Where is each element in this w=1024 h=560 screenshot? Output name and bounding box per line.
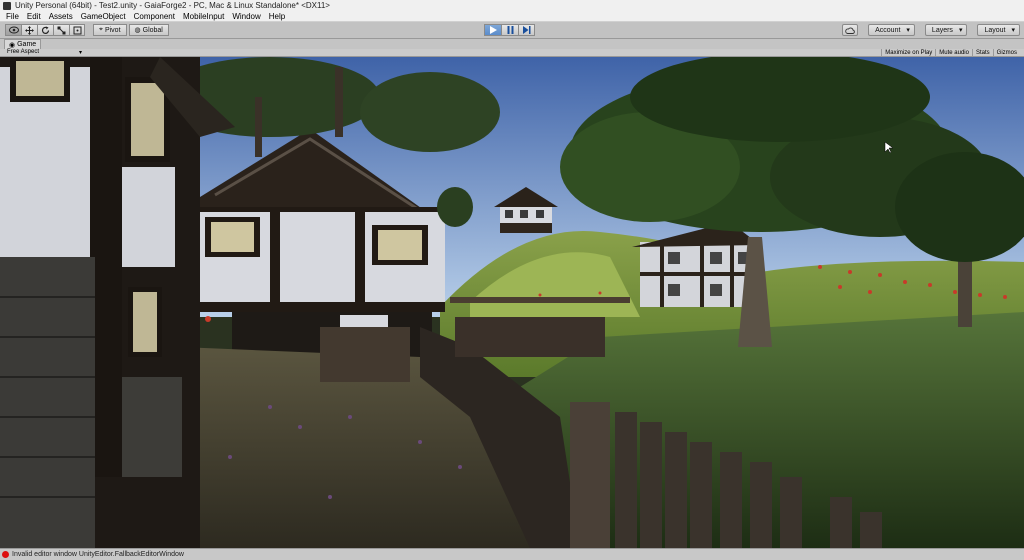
chevron-down-icon: ▾	[79, 50, 83, 56]
step-icon	[522, 26, 530, 34]
menu-window[interactable]: Window	[228, 12, 264, 21]
rotate-tool-icon[interactable]	[37, 24, 53, 36]
pivot-icon: ⌖	[99, 26, 103, 33]
menu-edit[interactable]: Edit	[23, 12, 45, 21]
hand-tool-icon[interactable]	[5, 24, 21, 36]
chevron-down-icon: ▾	[906, 27, 910, 34]
unity-logo-icon	[3, 1, 11, 10]
window-titlebar: Unity Personal (64bit) - Test2.unity - G…	[0, 0, 1024, 11]
maximize-on-play-toggle[interactable]: Maximize on Play	[881, 49, 935, 57]
transform-tools	[5, 24, 85, 36]
pause-button[interactable]	[501, 24, 518, 36]
game-view-toggles: Maximize on Play Mute audio Stats Gizmos	[881, 49, 1020, 57]
village-scene-render	[0, 57, 1024, 548]
error-icon	[2, 551, 9, 558]
game-viewport[interactable]	[0, 57, 1024, 548]
account-dropdown[interactable]: Account ▾	[868, 24, 915, 36]
menu-file[interactable]: File	[2, 12, 23, 21]
menu-mobileinput[interactable]: MobileInput	[179, 12, 228, 21]
status-message: Invalid editor window UnityEditor.Fallba…	[12, 551, 184, 558]
global-label: Global	[142, 26, 163, 34]
chevron-down-icon: ▾	[958, 27, 963, 34]
rect-tool-icon[interactable]	[69, 24, 85, 36]
mute-audio-toggle[interactable]: Mute audio	[935, 49, 972, 57]
right-toolbar: Account ▾ Layers ▾ Layout ▾	[842, 24, 1020, 36]
tab-game[interactable]: ◉ Game	[4, 39, 42, 49]
step-button[interactable]	[518, 24, 535, 36]
account-label: Account	[875, 26, 901, 34]
main-toolbar: ⌖ Pivot ◍ Global Account ▾ Layers ▾ Layo…	[0, 22, 1024, 39]
menu-assets[interactable]: Assets	[45, 12, 77, 21]
menu-gameobject[interactable]: GameObject	[77, 12, 130, 21]
scale-tool-icon[interactable]	[53, 24, 69, 36]
menu-component[interactable]: Component	[130, 12, 179, 21]
cloud-icon	[845, 27, 855, 34]
globe-icon: ◍	[134, 27, 141, 34]
pause-icon	[507, 26, 513, 34]
play-button[interactable]	[484, 24, 501, 36]
tab-game-label: Game	[17, 41, 37, 48]
game-view-bar: Free Aspect ▾ Maximize on Play Mute audi…	[0, 49, 1024, 57]
gizmos-dropdown[interactable]: Gizmos	[992, 49, 1020, 57]
aspect-dropdown[interactable]: Free Aspect ▾	[4, 49, 85, 56]
pivot-toggle-button[interactable]: ⌖ Pivot	[93, 24, 127, 36]
left-house	[0, 57, 235, 548]
cloud-services-button[interactable]	[842, 24, 859, 36]
play-controls	[484, 24, 535, 36]
play-icon	[489, 26, 497, 34]
game-controller-icon: ◉	[9, 41, 16, 49]
move-tool-icon[interactable]	[21, 24, 37, 36]
tab-row: ◉ Game	[0, 39, 1024, 49]
aspect-label: Free Aspect	[7, 49, 40, 55]
layers-dropdown[interactable]: Layers ▾	[924, 24, 968, 36]
global-toggle-button[interactable]: ◍ Global	[128, 24, 169, 36]
chevron-down-icon: ▾	[1011, 27, 1015, 34]
stats-toggle[interactable]: Stats	[971, 49, 993, 57]
pivot-label: Pivot	[104, 26, 121, 34]
status-bar[interactable]: Invalid editor window UnityEditor.Fallba…	[0, 548, 1024, 560]
menubar: File Edit Assets GameObject Component Mo…	[0, 11, 1024, 22]
layout-dropdown[interactable]: Layout ▾	[977, 24, 1020, 36]
layers-label: Layers	[931, 26, 953, 34]
layout-label: Layout	[984, 26, 1006, 34]
window-title: Unity Personal (64bit) - Test2.unity - G…	[15, 1, 330, 10]
menu-help[interactable]: Help	[265, 12, 289, 21]
